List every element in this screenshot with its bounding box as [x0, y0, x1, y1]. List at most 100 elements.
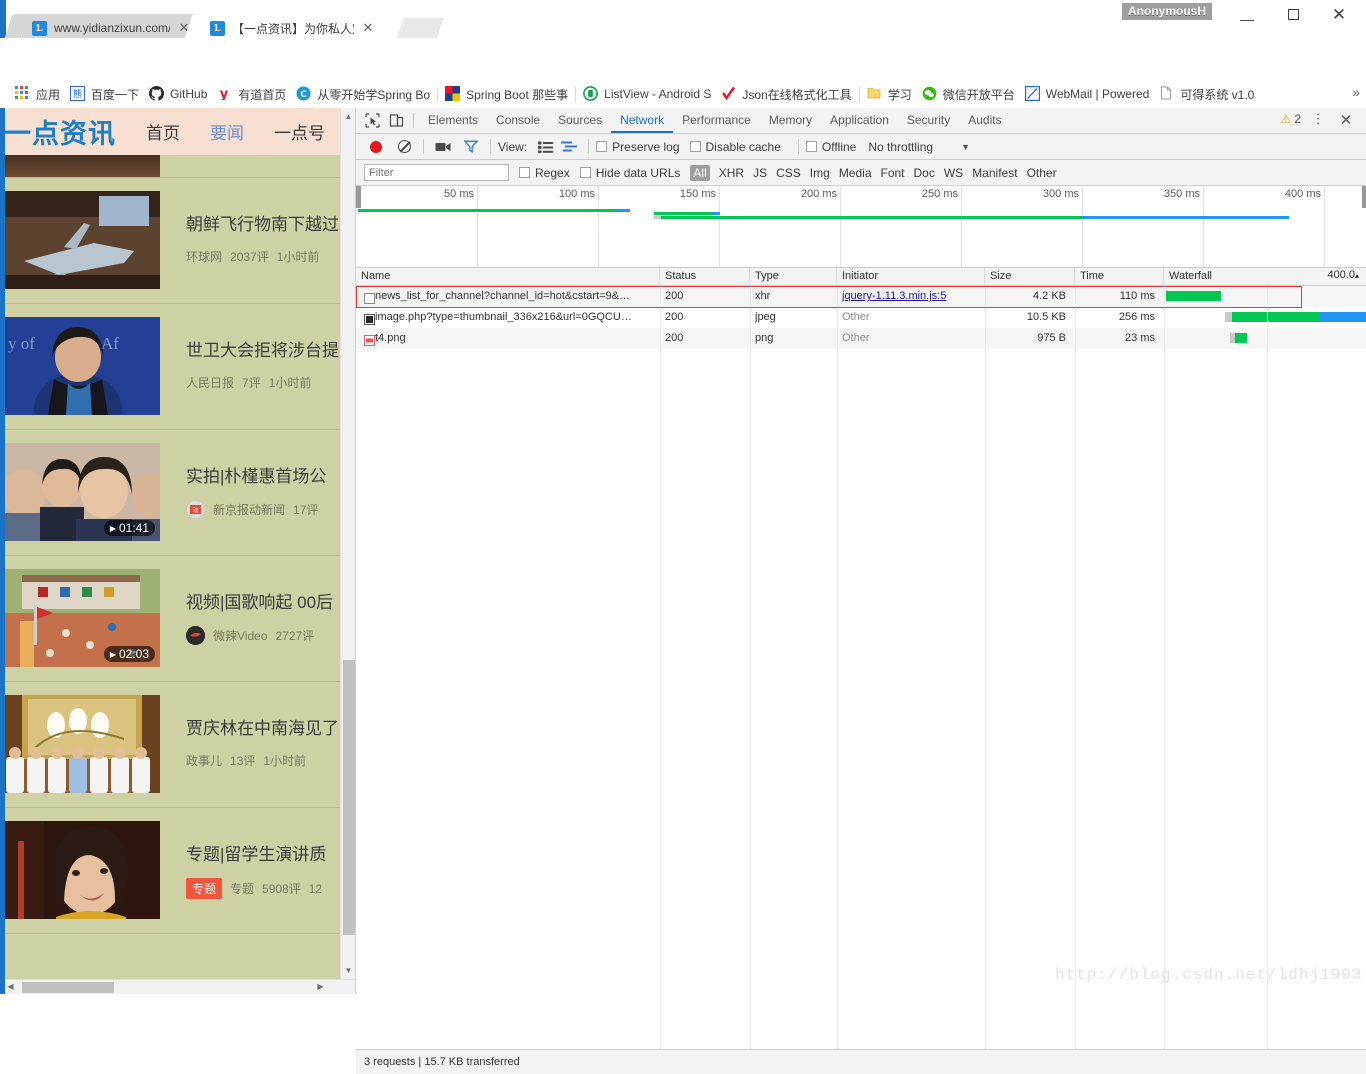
news-item-6[interactable]: 专题|留学生演讲质 专题 专题 5908评 12 [0, 807, 340, 933]
devtools-warning-counter[interactable]: ⚠ 2 [1281, 112, 1301, 126]
window-maximize-button[interactable] [1270, 0, 1316, 30]
bookmark-springboot[interactable]: Spring Boot 那些事 [440, 83, 573, 105]
scroll-right-arrow-icon[interactable]: ▶ [312, 980, 329, 994]
page-horizontal-scrollbar-thumb[interactable] [22, 982, 114, 993]
bookmark-baidu[interactable]: 熊 百度一下 [65, 83, 144, 105]
window-minimize-button[interactable]: — [1224, 0, 1270, 30]
column-header-size[interactable]: Size [985, 268, 1075, 285]
site-nav-yidianhao[interactable]: 一点号 [274, 119, 325, 144]
table-row[interactable]: t4.png 200 png Other 975 B 23 ms [356, 328, 1366, 349]
filter-type-img[interactable]: Img [810, 166, 830, 180]
filter-toggle-button[interactable] [459, 135, 483, 159]
filter-type-other[interactable]: Other [1027, 166, 1057, 180]
column-divider-4[interactable] [985, 286, 986, 1074]
bookmark-webmail[interactable]: WebMail | Powered [1020, 83, 1155, 105]
devtools-tab-performance[interactable]: Performance [673, 108, 760, 133]
profile-badge[interactable]: AnonymousH [1122, 3, 1212, 20]
filter-type-all[interactable]: All [690, 164, 710, 181]
column-divider-6[interactable] [1164, 286, 1165, 1074]
filter-type-manifest[interactable]: Manifest [972, 166, 1017, 180]
devtools-tab-memory[interactable]: Memory [760, 108, 821, 133]
devtools-tab-security[interactable]: Security [898, 108, 959, 133]
bookmark-listview[interactable]: ListView - Android S [578, 83, 716, 105]
page-horizontal-scrollbar[interactable]: ◀ ▶ [0, 979, 355, 994]
column-header-status[interactable]: Status [660, 268, 750, 285]
news-item-2[interactable]: y of ign Af 世卫大会拒将涉台提 人民日报 7评 1小时前 [0, 303, 340, 429]
window-close-button[interactable]: ✕ [1316, 0, 1362, 30]
initiator-link-1[interactable]: jquery-1.11.3.min.js:5 [842, 290, 946, 302]
record-button[interactable] [364, 135, 388, 159]
clear-button[interactable] [392, 135, 416, 159]
devtools-more-options-icon[interactable]: ⋮ [1309, 111, 1327, 127]
list-view-button[interactable] [533, 135, 557, 159]
table-row[interactable]: image.php?type=thumbnail_336x216&url=0GQ… [356, 307, 1366, 328]
waterfall-view-button[interactable] [557, 135, 581, 159]
devtools-tab-elements[interactable]: Elements [419, 108, 487, 133]
bookmark-kede-system[interactable]: 可得系统 v1.0 [1154, 83, 1259, 105]
devtools-tab-sources[interactable]: Sources [549, 108, 611, 133]
chevron-down-icon[interactable]: ▼ [961, 142, 970, 152]
cell-initiator-1[interactable]: jquery-1.11.3.min.js:5 [837, 286, 985, 307]
bookmarks-overflow-icon[interactable]: » [1352, 84, 1360, 100]
news-title-6[interactable]: 专题|留学生演讲质 [186, 840, 340, 865]
devtools-tab-network[interactable]: Network [611, 108, 673, 133]
column-header-name[interactable]: Name [356, 268, 660, 285]
devtools-tab-audits[interactable]: Audits [959, 108, 1010, 133]
filter-type-media[interactable]: Media [839, 166, 872, 180]
devtools-tab-console[interactable]: Console [487, 108, 549, 133]
device-toolbar-icon[interactable] [384, 109, 408, 133]
cell-name-1[interactable]: news_list_for_channel?channel_id=hot&cst… [370, 286, 660, 307]
site-nav-home[interactable]: 首页 [146, 119, 180, 144]
news-item-1[interactable]: 朝鲜飞行物南下越过 环球网 2037评 1小时前 [0, 177, 340, 303]
site-logo[interactable]: 一点资讯 [4, 112, 116, 151]
inspect-element-icon[interactable] [360, 109, 384, 133]
throttling-select[interactable]: No throttling [868, 140, 933, 154]
column-divider-1[interactable] [660, 286, 661, 1074]
filter-input[interactable] [364, 164, 509, 181]
bookmark-json-tool[interactable]: Json在线格式化工具 [716, 83, 856, 105]
disable-cache-checkbox[interactable]: Disable cache [689, 140, 781, 154]
news-title-2[interactable]: 世卫大会拒将涉台提 [186, 336, 340, 361]
news-title-4[interactable]: 视频|国歌响起 00后 [186, 588, 340, 613]
filter-type-ws[interactable]: WS [944, 166, 963, 180]
bookmark-wechat-open[interactable]: 微信开放平台 [917, 83, 1020, 105]
bookmark-apps[interactable]: 应用 [10, 83, 65, 105]
news-item-4[interactable]: 02:03 视频|国歌响起 00后 微辣Video 2727评 [0, 555, 340, 681]
scroll-down-arrow-icon[interactable]: ▼ [341, 962, 356, 979]
bookmark-youdao[interactable]: y 有道首页 [212, 83, 291, 105]
news-title-5[interactable]: 贾庆林在中南海见了 [186, 714, 340, 739]
table-row[interactable]: news_list_for_channel?channel_id=hot&cst… [356, 286, 1366, 307]
cell-name-2[interactable]: image.php?type=thumbnail_336x216&url=0GQ… [370, 307, 660, 328]
news-item-5[interactable]: 贾庆林在中南海见了 政事儿 13评 1小时前 [0, 681, 340, 807]
scroll-up-arrow-icon[interactable]: ▲ [341, 108, 356, 125]
regex-checkbox[interactable]: Regex [519, 166, 570, 180]
filter-type-css[interactable]: CSS [776, 166, 801, 180]
page-vertical-scrollbar-thumb[interactable] [343, 660, 355, 935]
devtools-close-icon[interactable]: ✕ [1337, 111, 1355, 129]
news-title-1[interactable]: 朝鲜飞行物南下越过 [186, 210, 340, 235]
column-divider-3[interactable] [837, 286, 838, 1074]
new-tab-button[interactable] [396, 18, 444, 40]
column-header-initiator[interactable]: Initiator [837, 268, 985, 285]
partial-news-item-above[interactable] [0, 155, 340, 177]
cell-name-3[interactable]: t4.png [370, 328, 660, 349]
filter-type-xhr[interactable]: XHR [719, 166, 744, 180]
page-vertical-scrollbar[interactable]: ▲ ▼ [340, 108, 355, 979]
offline-checkbox[interactable]: Offline [805, 140, 856, 154]
bookmark-study-folder[interactable]: 学习 [862, 83, 917, 105]
bookmark-csdn-spring[interactable]: C 从零开始学Spring Bo [291, 83, 435, 105]
devtools-tab-application[interactable]: Application [821, 108, 898, 133]
bookmark-github[interactable]: GitHub [144, 83, 212, 105]
news-item-3[interactable]: 01:41 实拍|朴槿惠首场公 动 新京报动新闻 17评 [0, 429, 340, 555]
capture-screenshots-button[interactable] [431, 135, 455, 159]
site-nav-news[interactable]: 要闻 [210, 119, 244, 144]
hide-data-urls-checkbox[interactable]: Hide data URLs [579, 166, 680, 180]
network-requests-table[interactable]: Name Status Type Initiator Size Time Wat… [356, 268, 1366, 1074]
preserve-log-checkbox[interactable]: Preserve log [596, 140, 680, 154]
filter-type-js[interactable]: JS [753, 166, 767, 180]
network-overview-graph[interactable]: 50 ms 100 ms 150 ms 200 ms 250 ms 300 ms… [356, 186, 1366, 268]
news-title-3[interactable]: 实拍|朴槿惠首场公 [186, 462, 340, 487]
column-divider-5[interactable] [1075, 286, 1076, 1074]
column-header-type[interactable]: Type [750, 268, 837, 285]
tab-2-close-icon[interactable]: ✕ [360, 20, 376, 36]
